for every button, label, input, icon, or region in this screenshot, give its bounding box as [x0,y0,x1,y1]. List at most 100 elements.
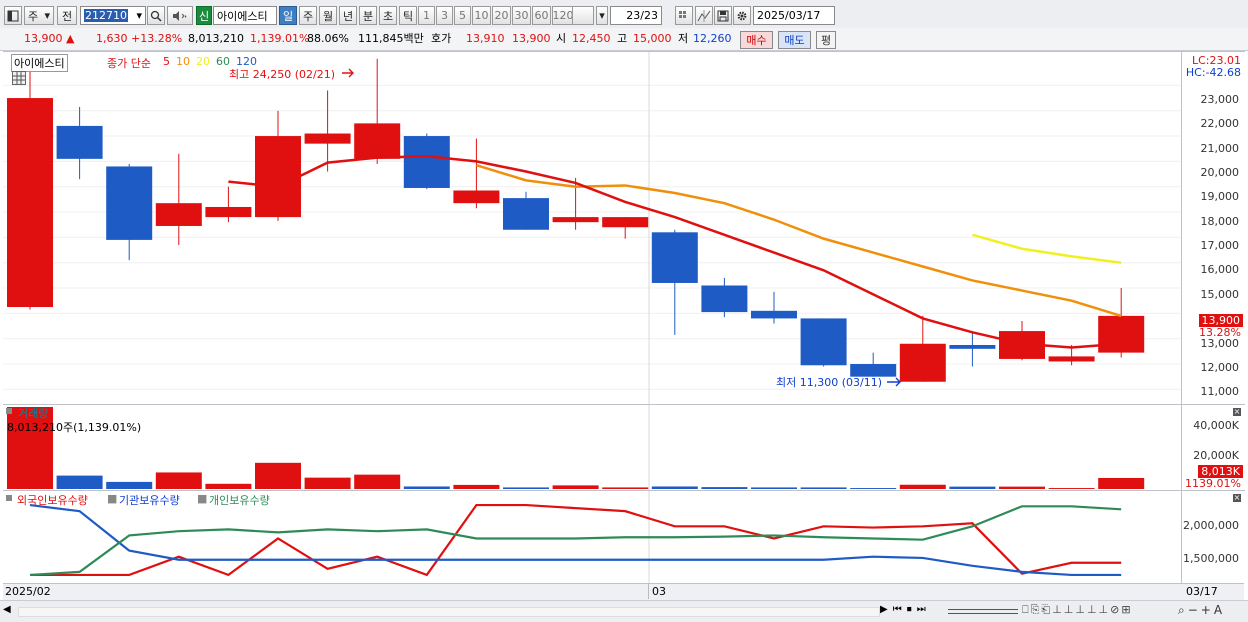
speaker-dropdown-icon[interactable] [167,6,193,25]
crosshair-icon[interactable] [695,6,713,25]
volume-panel[interactable]: 거래량 8,013,210주(1,139.01%) [3,404,1181,490]
interval-button[interactable]: 60 [532,6,551,25]
zoom-slider[interactable] [948,609,1018,614]
holdings-tick: 2,000,000 [1183,519,1239,532]
volume-value-label: 8,013,210주(1,139.01%) [7,421,142,434]
scrollbar-track[interactable] [18,607,880,617]
zoom-icons[interactable]: ⌕−+A [1178,603,1225,618]
candle-body [106,166,153,240]
candle-body [205,206,252,218]
panel-handle-icon[interactable] [6,408,12,414]
ma-period-label: 60 [216,55,230,68]
holdings-axis[interactable]: × 2,000,000 1,500,000 [1181,490,1245,584]
arrow-right-icon [887,377,901,387]
volume-bar [56,475,103,489]
date-input[interactable]: 2025/03/17 [753,6,835,25]
save-icon[interactable] [714,6,732,25]
count-field[interactable]: 23/23 [610,6,662,25]
legend-institution: 기관보유수량 [119,494,180,507]
price-tick: 17,000 [1200,239,1240,253]
candle-body [403,136,450,188]
period-tab[interactable]: 분 [359,6,377,25]
interval-button[interactable]: 1 [418,6,435,25]
grid-icon[interactable] [675,6,693,25]
price-change-pct: +13.28% [131,32,183,45]
date-axis: 2025/02 03 03/17 [3,583,1244,600]
close-icon[interactable]: × [1233,408,1241,416]
volume-bar [155,472,202,489]
candle-body [155,203,202,226]
price-axis[interactable]: LC:23.01 HC:-42.68 23,000 22,000 21,000 20,… [1181,51,1245,404]
volume-axis[interactable]: × 40,000K 20,000K 8,013K 1139.01% [1181,404,1245,490]
period-tab[interactable]: 년 [339,6,357,25]
high-note: 최고 24,250 (02/21) [229,68,336,81]
open-value: 12,450 [572,32,611,45]
interval-button[interactable]: 120 [552,6,574,25]
volume-bar [999,486,1045,489]
period-tab[interactable]: 월 [319,6,337,25]
volume-bar [453,484,500,489]
volume-bar [602,487,649,489]
period-tab[interactable]: 주 [299,6,317,25]
price-chart[interactable] [3,52,1181,404]
volume-pct: 1,139.01% [250,32,310,45]
candle-body [800,318,847,366]
interval-dropdown[interactable] [572,6,594,25]
trade-amount: 111,845백만 [358,32,424,45]
volume-pct-tag: 1139.01% [1185,477,1241,490]
institution-holdings-line [29,503,1122,577]
volume-bar [1048,488,1095,489]
buy-button[interactable]: 매수 [740,31,773,49]
date-mid: 03 [652,585,666,598]
date-end: 03/17 [1186,585,1218,598]
period-tab[interactable]: 틱 [399,6,417,25]
hc-label: HC:-42.68 [1185,66,1241,79]
drawing-tools-icons[interactable]: ⎕⎘⎗⊥⊥⊥⊥⊥⊘⊞ [1022,603,1133,617]
interval-button[interactable]: 5 [454,6,471,25]
high-value: 15,000 [633,32,672,45]
volume-bar [106,481,153,489]
period-tab[interactable]: 초 [379,6,397,25]
gear-icon[interactable] [733,6,751,25]
current-price: 13,900 [24,32,63,45]
ask-value: 13,900 [512,32,551,45]
candle-body [899,343,946,382]
interval-button[interactable]: 3 [436,6,453,25]
candle-body [552,217,599,223]
chevron-down-icon[interactable]: ▾ [136,9,142,22]
chevron-down-icon[interactable]: ▾ [596,6,608,25]
candle-body [751,310,797,319]
period-dropdown[interactable]: 주 ▾ [24,6,54,25]
panel-handle-icon[interactable] [6,495,12,501]
scroll-left-icon[interactable]: ◀ [3,604,15,618]
sell-button[interactable]: 매도 [778,31,811,49]
close-icon[interactable]: × [1233,494,1241,502]
stock-name-field[interactable]: 아이에스티 [213,6,277,25]
interval-button[interactable]: 10 [472,6,491,25]
price-panel[interactable]: 아이에스티 종가 단순 5 10 20 60 120 최고 24,250 (02/21)… [3,51,1181,404]
low-value: 12,260 [693,32,732,45]
candle-body [949,345,996,349]
playback-controls[interactable]: ▶⏮⏹⏭ [880,604,931,615]
period-label: 주 [28,9,39,23]
candle-body [503,198,549,230]
low-label: 저 [678,32,689,45]
interval-button[interactable]: 20 [492,6,511,25]
open-label: 시 [556,32,567,45]
window-menu-icon[interactable] [4,6,22,25]
candle-body [651,232,698,283]
legend-individual: 개인보유수량 [209,494,270,507]
up-arrow-icon: ▲ [66,32,75,45]
period-tab[interactable]: 일 [279,6,297,25]
evaluate-button[interactable]: 평 [816,31,836,49]
volume-chart[interactable] [3,405,1181,490]
interval-button[interactable]: 30 [512,6,531,25]
stock-name-tag[interactable]: 아이에스티 [11,54,68,72]
prev-button[interactable]: 전 [57,6,77,25]
table-icon[interactable] [12,71,26,85]
holdings-panel[interactable]: 외국인보유수량 ■ 기관보유수량 ■ 개인보유수량 [3,490,1181,584]
arrow-right-icon [342,68,354,78]
search-icon[interactable] [147,6,165,25]
code-input[interactable]: 212710 ▾ [80,6,146,25]
candle-body [354,123,401,159]
